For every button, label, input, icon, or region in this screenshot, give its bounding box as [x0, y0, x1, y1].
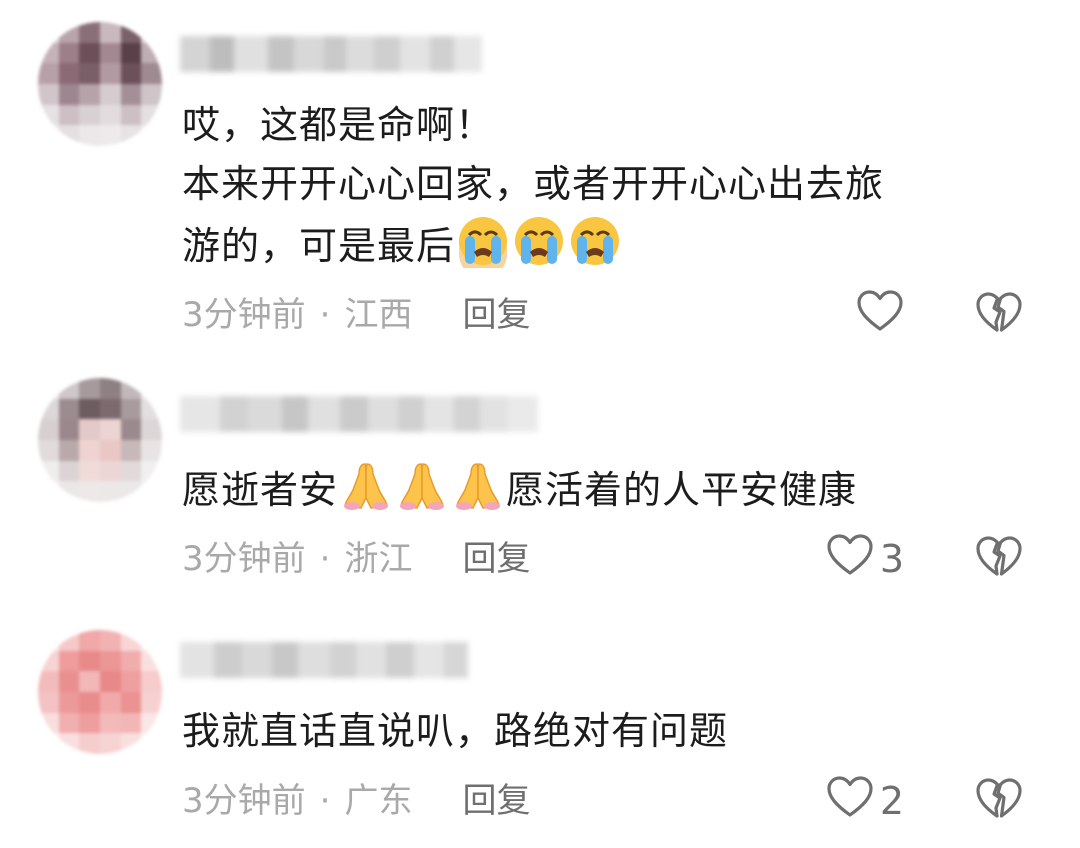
- comment-location: 浙江: [344, 539, 413, 579]
- heart-outline-icon: [826, 533, 874, 586]
- comment-text: 哎，这都是命啊！ 本来开开心心回家，或者开开心心出去旅 游的，可是最后: [182, 96, 884, 285]
- reply-button[interactable]: 回复: [462, 539, 530, 579]
- username-blurred[interactable]: [180, 642, 468, 678]
- broken-heart-icon: [975, 777, 1023, 825]
- comment-text-line: 本来开开心心回家，或者开开心心出去旅: [182, 162, 885, 206]
- username-blurred[interactable]: [180, 396, 538, 432]
- comment-text-before: 愿逝者安: [182, 468, 339, 512]
- comment-meta: 3分钟前 · 江西 回复: [182, 290, 530, 340]
- avatar[interactable]: [38, 22, 162, 146]
- heart-outline-icon: [826, 775, 874, 828]
- comment-time: 3分钟前: [182, 295, 306, 335]
- folded-hands-icon: [339, 458, 393, 529]
- like-button[interactable]: [856, 289, 904, 342]
- comment-location: 广东: [344, 781, 413, 821]
- loudly-crying-face-icon: [568, 214, 622, 285]
- dislike-button[interactable]: [974, 290, 1024, 340]
- username-blurred[interactable]: [180, 36, 482, 72]
- dislike-button[interactable]: [974, 776, 1024, 826]
- comment-text: 我就直话直说叭，路绝对有问题: [182, 702, 728, 761]
- like-count: 2: [879, 779, 904, 823]
- meta-separator: ·: [319, 295, 331, 335]
- comment-location: 江西: [344, 295, 413, 335]
- comment-text-line: 哎，这都是命啊！: [182, 103, 495, 147]
- comment-meta: 3分钟前 · 浙江 回复: [182, 534, 530, 584]
- loudly-crying-face-icon: [456, 214, 510, 285]
- folded-hands-icon: [395, 458, 449, 529]
- avatar[interactable]: [38, 630, 162, 754]
- comment-text: 愿逝者安 愿活着的人平安健康: [182, 458, 857, 529]
- folded-hands-icon: [451, 458, 505, 529]
- meta-separator: ·: [319, 781, 331, 821]
- broken-heart-icon: [975, 535, 1023, 583]
- comment-time: 3分钟前: [182, 539, 306, 579]
- comment-text-after: 愿活着的人平安健康: [506, 468, 858, 512]
- comment-text-line: 游的，可是最后: [182, 224, 456, 268]
- avatar[interactable]: [38, 378, 162, 502]
- like-button[interactable]: 2: [826, 775, 904, 828]
- comment-meta: 3分钟前 · 广东 回复: [182, 776, 530, 826]
- comment-time: 3分钟前: [182, 781, 306, 821]
- heart-outline-icon: [856, 289, 904, 342]
- dislike-button[interactable]: [974, 534, 1024, 584]
- broken-heart-icon: [975, 291, 1023, 339]
- like-button[interactable]: 3: [826, 533, 904, 586]
- reply-button[interactable]: 回复: [462, 295, 530, 335]
- comment-text-line: 我就直话直说叭，路绝对有问题: [182, 709, 729, 753]
- meta-separator: ·: [319, 539, 331, 579]
- loudly-crying-face-icon: [512, 214, 566, 285]
- like-count: 3: [879, 537, 904, 581]
- reply-button[interactable]: 回复: [462, 781, 530, 821]
